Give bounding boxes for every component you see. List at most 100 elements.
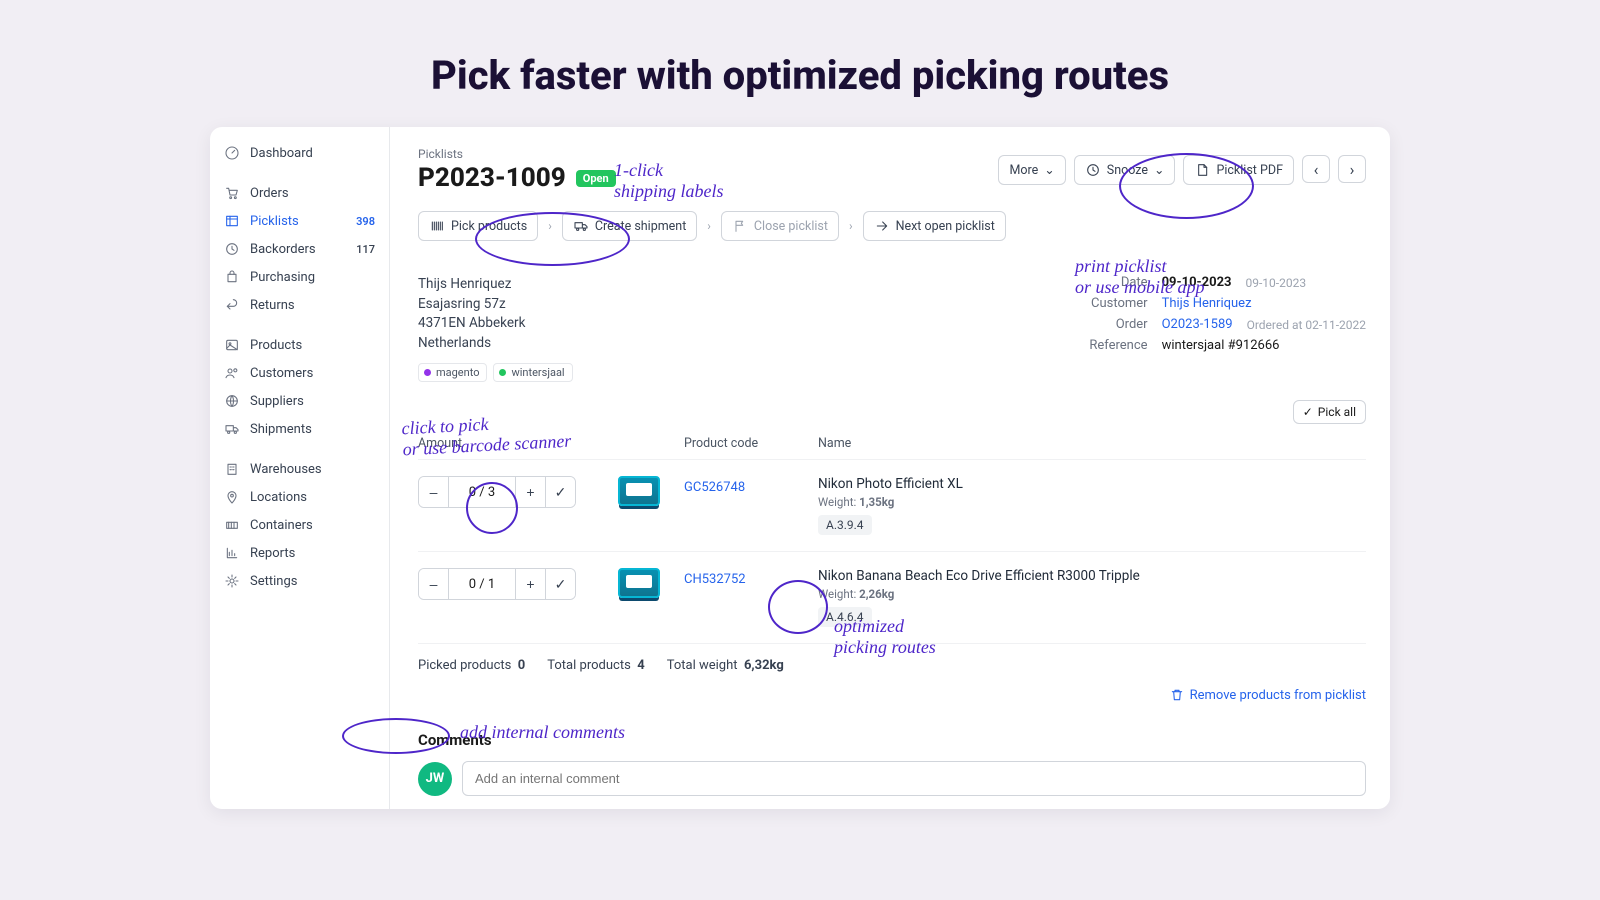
pick-all-button[interactable]: ✓ Pick all [1293, 400, 1366, 424]
meta-date-sub: 09-10-2023 [1246, 276, 1307, 290]
nav-label: Dashboard [250, 146, 313, 161]
quantity-stepper: – 0 / 3 + ✓ [418, 476, 576, 508]
picklist-title: P2023-1009 [418, 163, 566, 193]
reference-value: wintersjaal #912666 [1162, 338, 1280, 353]
confirm-button[interactable]: ✓ [545, 477, 575, 507]
weight-value: 2,26kg [859, 587, 894, 601]
weight-label: Weight: [818, 587, 856, 601]
nav-reports[interactable]: Reports [210, 539, 389, 567]
product-name: Nikon Banana Beach Eco Drive Efficient R… [818, 568, 1366, 584]
cart-icon [224, 185, 240, 201]
order-link[interactable]: O2023-1589 [1162, 317, 1233, 332]
nav-warehouses[interactable]: Warehouses [210, 455, 389, 483]
sidebar: Dashboard Orders Picklists398 Backorders… [210, 127, 390, 809]
nav-label: Shipments [250, 422, 312, 437]
product-code-link[interactable]: GC526748 [684, 480, 745, 495]
truck-icon [573, 218, 589, 234]
pin-icon [224, 489, 240, 505]
nav-picklists[interactable]: Picklists398 [210, 207, 389, 235]
more-label: More [1009, 163, 1038, 178]
close-picklist-button[interactable]: Close picklist [721, 211, 839, 241]
table-header: Amount Product code Name [418, 436, 1366, 460]
nav-products[interactable]: Products [210, 331, 389, 359]
next-button[interactable]: › [1338, 155, 1366, 183]
decrement-button[interactable]: – [419, 569, 449, 599]
tag-label: magento [436, 366, 479, 379]
nav-containers[interactable]: Containers [210, 511, 389, 539]
weight-label: Total weight [667, 658, 738, 673]
trash-icon [1169, 687, 1185, 703]
tag-magento[interactable]: magento [418, 363, 487, 382]
clock-icon [1085, 162, 1101, 178]
order-sub: Ordered at 02-11-2022 [1247, 318, 1366, 332]
nav-purchasing[interactable]: Purchasing [210, 263, 389, 291]
nav-suppliers[interactable]: Suppliers [210, 387, 389, 415]
file-icon [1194, 162, 1210, 178]
nav-customers[interactable]: Customers [210, 359, 389, 387]
meta-date: 09-10-2023 [1162, 275, 1232, 290]
increment-button[interactable]: + [515, 477, 545, 507]
addr-name: Thijs Henriquez [418, 275, 573, 295]
nav-dashboard[interactable]: Dashboard [210, 139, 389, 167]
users-icon [224, 365, 240, 381]
picked-value: 0 [518, 658, 525, 673]
col-code: Product code [678, 436, 818, 451]
picklist-pdf-button[interactable]: Picklist PDF [1183, 155, 1294, 185]
nav-label: Returns [250, 298, 295, 313]
addr-street: Esajasring 57z [418, 295, 573, 315]
chevron-left-icon: ‹ [1314, 160, 1319, 179]
weight-label: Weight: [818, 495, 856, 509]
tag-wintersjaal[interactable]: wintersjaal [493, 363, 572, 382]
status-badge: Open [576, 170, 616, 187]
nav-label: Customers [250, 366, 313, 381]
product-row: – 0 / 1 + ✓ CH532752 Nikon Banana Beach … [418, 552, 1366, 644]
clock-icon [224, 241, 240, 257]
totals-row: Picked products 0 Total products 4 Total… [418, 658, 1366, 673]
step-label: Next open picklist [896, 219, 995, 234]
container-icon [224, 517, 240, 533]
nav-backorders[interactable]: Backorders117 [210, 235, 389, 263]
pick-products-button[interactable]: Pick products [418, 211, 538, 241]
nav-returns[interactable]: Returns [210, 291, 389, 319]
check-icon: ✓ [1303, 405, 1313, 419]
next-open-button[interactable]: Next open picklist [863, 211, 1006, 241]
nav-settings[interactable]: Settings [210, 567, 389, 595]
product-name: Nikon Photo Efficient XL [818, 476, 1366, 492]
breadcrumb[interactable]: Picklists [418, 147, 616, 161]
main-content: Picklists P2023-1009 Open More⌄ Snooze⌄ … [390, 127, 1390, 809]
confirm-button[interactable]: ✓ [545, 569, 575, 599]
product-code-link[interactable]: CH532752 [684, 572, 746, 587]
nav-orders[interactable]: Orders [210, 179, 389, 207]
image-icon [224, 337, 240, 353]
nav-label: Settings [250, 574, 297, 589]
increment-button[interactable]: + [515, 569, 545, 599]
decrement-button[interactable]: – [419, 477, 449, 507]
snooze-button[interactable]: Snooze⌄ [1074, 155, 1176, 185]
chart-icon [224, 545, 240, 561]
remove-label: Remove products from picklist [1190, 688, 1366, 703]
nav-label: Reports [250, 546, 295, 561]
nav-shipments[interactable]: Shipments [210, 415, 389, 443]
chevron-right-icon: › [847, 219, 855, 233]
prev-button[interactable]: ‹ [1302, 155, 1330, 183]
nav-locations[interactable]: Locations [210, 483, 389, 511]
chevron-right-icon: › [1350, 160, 1355, 179]
more-button[interactable]: More⌄ [998, 155, 1065, 185]
remove-link[interactable]: Remove products from picklist [1169, 687, 1366, 703]
col-name: Name [818, 436, 1366, 451]
create-shipment-button[interactable]: Create shipment [562, 211, 697, 241]
pickall-label: Pick all [1318, 405, 1356, 419]
chevron-right-icon: › [705, 219, 713, 233]
arrow-right-icon [874, 218, 890, 234]
customer-link[interactable]: Thijs Henriquez [1162, 296, 1252, 311]
step-label: Create shipment [595, 219, 686, 234]
step-label: Close picklist [754, 219, 828, 234]
location-badge: A.4.6.4 [818, 607, 872, 627]
comment-input[interactable] [462, 761, 1366, 796]
qty-value: 0 / 1 [449, 569, 515, 599]
nav-label: Orders [250, 186, 289, 201]
addr-city: 4371EN Abbekerk [418, 314, 573, 334]
nav-label: Containers [250, 518, 313, 533]
nav-label: Purchasing [250, 270, 315, 285]
pdf-label: Picklist PDF [1216, 163, 1283, 178]
